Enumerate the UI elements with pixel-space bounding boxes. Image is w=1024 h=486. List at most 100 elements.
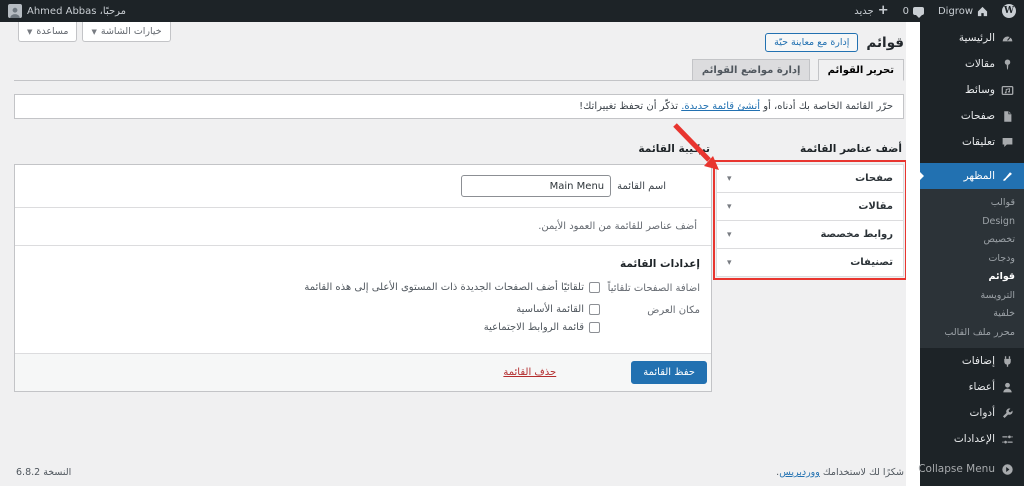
accordion-label: تصنيفات — [850, 257, 893, 268]
submenu-item-design[interactable]: Design — [920, 213, 1024, 232]
notice-message: حرّر القائمة الخاصة بك أدناه، أو أنشئ قا… — [14, 94, 904, 119]
help-button[interactable]: مساعدة ▼ — [18, 22, 78, 42]
pages-icon — [1001, 110, 1014, 123]
accordion-section-custom-links[interactable]: روابط مخصصة ▾ — [716, 220, 904, 249]
sidebar-item-label: الرئيسية — [958, 32, 995, 44]
menus-columns: أضف عناصر القائمة صفحات ▾ مقالات ▾ روابط… — [14, 143, 907, 392]
submenu-item-widgets[interactable]: ودجات — [920, 250, 1024, 269]
comments-count: 0 — [902, 5, 909, 17]
appearance-submenu: قوالب Design تخصيص ودجات قوائم الترويسة … — [920, 189, 1024, 348]
menu-name-row: اسم القائمة — [15, 165, 711, 208]
auto-add-option[interactable]: تلقائيًا أضف الصفحات الجديدة ذات المستوى… — [29, 282, 600, 293]
version-label: النسخة 6.8.2 — [16, 467, 72, 478]
primary-menu-option[interactable]: القائمة الأساسية — [29, 304, 600, 315]
site-name-link[interactable]: Digrow — [938, 6, 988, 17]
howdy-label: مرحبًا، Ahmed Abbas — [27, 5, 127, 17]
sidebar-item-pages[interactable]: صفحات — [920, 103, 1024, 129]
comments-icon — [912, 7, 924, 18]
menu-name-input[interactable] — [461, 175, 612, 197]
submenu-item-theme-file-editor[interactable]: محرر ملف القالب — [920, 324, 1024, 343]
appearance-icon — [1001, 170, 1014, 183]
social-links-menu-label: قائمة الروابط الاجتماعية — [483, 322, 584, 333]
accordion-label: روابط مخصصة — [820, 229, 893, 240]
page-title: قوائم — [866, 34, 904, 51]
tab-edit-menus[interactable]: تحرير القوائم — [817, 59, 904, 81]
media-icon — [1001, 84, 1014, 97]
submenu-item-header[interactable]: الترويسة — [920, 287, 1024, 306]
display-location-label: مكان العرض — [647, 305, 700, 316]
sidebar-item-label: أدوات — [969, 407, 995, 419]
accordion-label: مقالات — [858, 201, 893, 212]
drag-hint-text: أضف عناصر للقائمة من العمود الأيمن. — [538, 221, 697, 232]
sidebar-item-appearance[interactable]: المظهر — [920, 163, 1024, 189]
sidebar-item-label: تعليقات — [961, 136, 995, 148]
site-name-label: Digrow — [937, 5, 973, 17]
sidebar-item-label: المظهر — [963, 170, 995, 182]
account-menu[interactable]: مرحبًا، Ahmed Abbas — [8, 4, 126, 18]
sidebar-item-label: Collapse Menu — [918, 463, 995, 475]
wordpress-logo-icon[interactable]: W — [1002, 4, 1016, 18]
add-items-accordion: صفحات ▾ مقالات ▾ روابط مخصصة ▾ تصنيفات ▾ — [713, 160, 907, 280]
sidebar-item-tools[interactable]: أدوات — [920, 400, 1024, 426]
screen-options-button[interactable]: خيارات الشاشة ▼ — [82, 22, 171, 42]
home-icon — [977, 6, 988, 17]
sidebar-item-posts[interactable]: مقالات — [920, 51, 1024, 77]
accordion-section-posts[interactable]: مقالات ▾ — [716, 192, 904, 221]
screen-meta: خيارات الشاشة ▼ مساعدة ▼ — [18, 22, 171, 42]
social-links-menu-option[interactable]: قائمة الروابط الاجتماعية — [29, 322, 600, 333]
sidebar-item-plugins[interactable]: إضافات — [920, 348, 1024, 374]
admin-footer: شكرًا لك لاستخدامك ووردبريس. النسخة 6.8.… — [16, 467, 904, 478]
comments-link[interactable]: 0 — [902, 5, 924, 18]
delete-menu-link[interactable]: حذف القائمة — [503, 367, 556, 378]
sidebar-separator — [920, 155, 1024, 163]
pin-icon — [1001, 58, 1014, 71]
submenu-item-background[interactable]: خلفية — [920, 305, 1024, 324]
submenu-item-customize[interactable]: تخصيص — [920, 231, 1024, 250]
sidebar-item-label: إضافات — [961, 355, 995, 367]
screen-options-label: خيارات الشاشة — [100, 26, 162, 37]
sidebar-item-media[interactable]: وسائط — [920, 77, 1024, 103]
collapse-menu-button[interactable]: Collapse Menu — [918, 456, 1024, 482]
sidebar-item-dashboard[interactable]: الرئيسية — [920, 25, 1024, 51]
chevron-down-icon: ▼ — [27, 27, 33, 36]
tools-icon — [1001, 407, 1014, 420]
sidebar-item-label: أعضاء — [968, 381, 995, 393]
nav-tabs: تحرير القوائم إدارة مواضع القوائم — [14, 59, 904, 81]
accordion-section-categories[interactable]: تصنيفات ▾ — [716, 248, 904, 277]
menu-name-label: اسم القائمة — [617, 180, 666, 192]
social-links-menu-checkbox[interactable] — [589, 322, 600, 333]
sidebar-item-settings[interactable]: الإعدادات — [920, 426, 1024, 452]
create-new-menu-link[interactable]: أنشئ قائمة جديدة. — [681, 101, 760, 112]
menu-settings-heading: إعدادات القائمة — [619, 258, 700, 270]
chevron-down-icon: ▾ — [727, 173, 732, 184]
manage-with-live-preview-button[interactable]: إدارة مع معاينة حيّة — [765, 33, 859, 52]
admin-sidebar: الرئيسية مقالات وسائط صفحات تعليقات المظ… — [918, 22, 1024, 486]
main-content: خيارات الشاشة ▼ مساعدة ▼ قوائم إدارة مع … — [0, 22, 907, 486]
primary-menu-checkbox[interactable] — [589, 304, 600, 315]
menu-structure-panel: اسم القائمة أضف عناصر للقائمة من العمود … — [14, 164, 712, 392]
users-icon — [1001, 381, 1014, 394]
sidebar-item-comments[interactable]: تعليقات — [920, 129, 1024, 155]
add-menu-items-column: أضف عناصر القائمة صفحات ▾ مقالات ▾ روابط… — [713, 143, 907, 280]
display-location-row: مكان العرض القائمة الأساسية قائمة الرواب… — [29, 304, 700, 333]
current-item-pointer — [920, 172, 924, 180]
submenu-item-themes[interactable]: قوالب — [920, 194, 1024, 213]
tab-manage-locations[interactable]: إدارة مواضع القوائم — [691, 59, 811, 80]
accordion-section-pages[interactable]: صفحات ▾ — [716, 164, 904, 193]
new-content-label: جديد — [854, 5, 874, 17]
comments-icon — [1001, 136, 1014, 149]
scrollbar-track — [906, 22, 920, 486]
sidebar-item-users[interactable]: أعضاء — [920, 374, 1024, 400]
collapse-icon — [1001, 463, 1014, 476]
thanks-before: شكرًا لك لاستخدامك — [819, 467, 904, 478]
save-menu-button[interactable]: حفظ القائمة — [631, 361, 707, 384]
plugins-icon — [1001, 355, 1014, 368]
accordion-label: صفحات — [855, 173, 893, 184]
notice-text-after: تذكّر أن تحفظ تغييراتك! — [579, 101, 682, 112]
notice-text-before: حرّر القائمة الخاصة بك أدناه، أو — [760, 101, 893, 112]
submenu-item-menus[interactable]: قوائم — [920, 268, 1024, 287]
wordpress-link[interactable]: ووردبريس — [779, 467, 820, 478]
new-content-link[interactable]: + جديد — [854, 4, 888, 17]
auto-add-checkbox[interactable] — [589, 282, 600, 293]
sidebar-item-label: صفحات — [960, 110, 995, 122]
